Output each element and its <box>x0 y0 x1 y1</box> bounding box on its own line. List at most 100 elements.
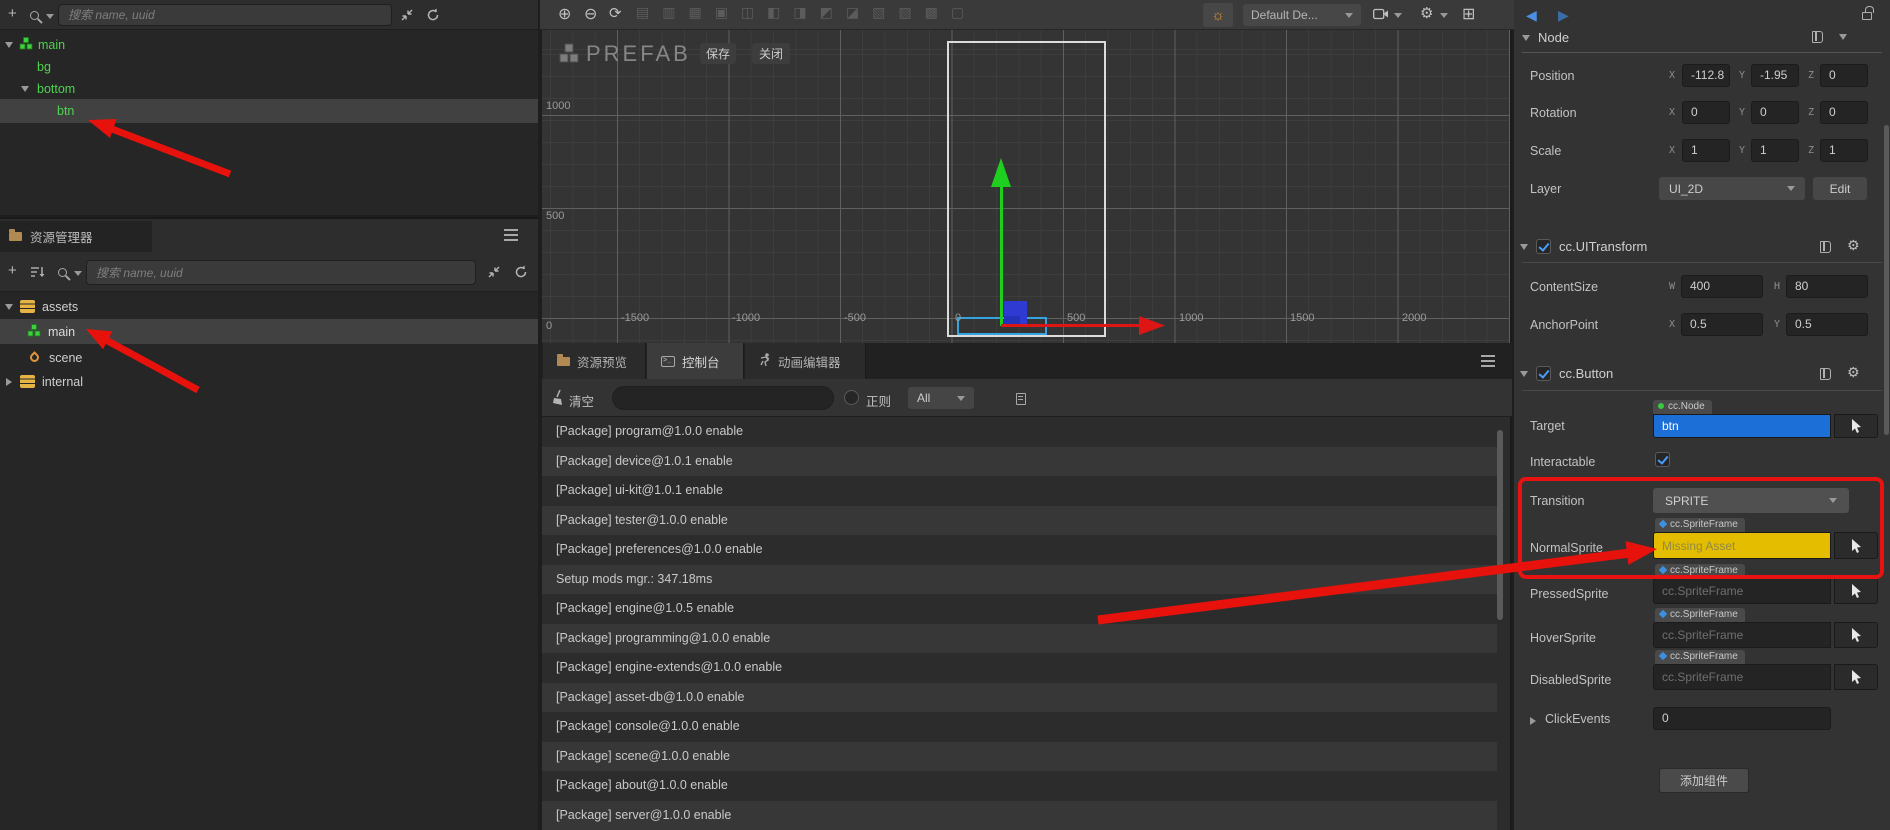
tab-console[interactable]: >_ 控制台 <box>647 343 744 379</box>
search-icon[interactable] <box>58 266 67 280</box>
align-tool-icon[interactable]: ▩ <box>925 4 938 21</box>
anchorpoint-x-field[interactable]: 0.5 <box>1681 313 1763 336</box>
search-icon[interactable] <box>30 9 39 23</box>
align-tool-icon[interactable]: ▤ <box>636 4 649 21</box>
inspector-scrollbar[interactable] <box>1884 125 1889 435</box>
console-log-row[interactable]: [Package] engine-extends@1.0.0 enable <box>542 653 1497 683</box>
nav-forward-icon[interactable]: ▶ <box>1558 7 1569 24</box>
disabledsprite-picker-button[interactable] <box>1834 664 1878 690</box>
tab-asset-preview[interactable]: 资源预览 <box>543 343 646 379</box>
collapse-all-icon[interactable] <box>487 265 501 282</box>
add-component-button[interactable]: 添加组件 <box>1659 768 1749 793</box>
console-log-row[interactable]: [Package] server@1.0.0 enable <box>542 800 1497 830</box>
rotation-x-field[interactable]: 0 <box>1682 101 1730 124</box>
disabledsprite-value-box[interactable]: cc.SpriteFrame <box>1653 664 1831 690</box>
align-tool-icon[interactable]: ▦ <box>688 4 701 21</box>
hierarchy-search-input[interactable] <box>58 4 392 26</box>
contentsize-w-field[interactable]: 400 <box>1681 275 1763 298</box>
collapse-arrow-icon[interactable] <box>1520 370 1528 377</box>
scale-x-field[interactable]: 1 <box>1682 139 1730 162</box>
rotation-z-field[interactable]: 0 <box>1820 101 1868 124</box>
expand-arrow-icon[interactable] <box>21 85 29 92</box>
node-section-header[interactable]: Node <box>1522 30 1569 45</box>
uitransform-header[interactable]: cc.UITransform <box>1520 239 1647 254</box>
align-tool-icon[interactable]: ◫ <box>741 4 754 21</box>
gear-dropdown-caret-icon[interactable] <box>1440 13 1448 18</box>
target-value-box[interactable]: btn <box>1653 414 1831 438</box>
align-tool-icon[interactable]: ▧ <box>872 4 885 21</box>
light-toggle-button[interactable]: ☼ <box>1203 3 1233 27</box>
assets-panel-tab[interactable]: 资源管理器 <box>0 221 152 252</box>
tree-node-main[interactable]: main <box>0 33 538 56</box>
console-log-row[interactable]: [Package] console@1.0.0 enable <box>542 712 1497 742</box>
collapse-arrow-icon[interactable] <box>1522 34 1530 41</box>
align-tool-icon[interactable]: ◨ <box>793 4 806 21</box>
regex-checkbox[interactable] <box>844 390 859 405</box>
layer-edit-button[interactable]: Edit <box>1813 177 1867 200</box>
console-log-row[interactable]: [Package] scene@1.0.0 enable <box>542 741 1497 771</box>
clickevents-expand-icon[interactable] <box>1530 717 1536 725</box>
export-log-icon[interactable] <box>1016 393 1027 405</box>
layer-dropdown[interactable]: UI_2D <box>1659 177 1805 200</box>
gear-icon[interactable]: ⚙ <box>1847 237 1860 254</box>
tree-node-bg[interactable]: bg <box>0 55 538 78</box>
panel-menu-icon[interactable] <box>1481 355 1495 357</box>
help-book-icon[interactable] <box>1820 368 1831 380</box>
add-asset-button[interactable]: + <box>8 262 17 279</box>
gizmo-x-axis[interactable] <box>1001 324 1141 327</box>
align-tool-icon[interactable]: ◪ <box>846 4 859 21</box>
scene-profile-dropdown[interactable]: Default De... <box>1243 4 1361 26</box>
anchorpoint-y-field[interactable]: 0.5 <box>1786 313 1868 336</box>
pressedsprite-value-box[interactable]: cc.SpriteFrame <box>1653 578 1831 604</box>
reset-view-icon[interactable]: ⟳ <box>609 4 622 22</box>
sort-icon[interactable] <box>30 265 46 282</box>
align-tool-icon[interactable]: ◩ <box>820 4 833 21</box>
console-log-row[interactable]: [Package] program@1.0.0 enable <box>542 417 1497 447</box>
scene-view[interactable]: PREFAB 保存 关闭 -1500 -1000 -500 0 500 1000 1500 2… <box>542 30 1512 343</box>
button-enabled-checkbox[interactable] <box>1536 366 1551 381</box>
position-z-field[interactable]: 0 <box>1820 64 1868 87</box>
normalsprite-picker-button[interactable] <box>1834 532 1878 559</box>
clickevents-count-field[interactable]: 0 <box>1653 707 1831 730</box>
zoom-in-icon[interactable]: ⊕ <box>558 4 571 24</box>
expand-arrow-icon[interactable] <box>5 303 13 310</box>
prefab-save-button[interactable]: 保存 <box>700 43 736 64</box>
console-log-row[interactable]: [Package] ui-kit@1.0.1 enable <box>542 476 1497 506</box>
position-y-field[interactable]: -1.95 <box>1751 64 1799 87</box>
gear-icon[interactable]: ⚙ <box>1420 4 1433 22</box>
help-book-icon[interactable] <box>1820 241 1831 253</box>
console-log-row[interactable]: [Package] preferences@1.0.0 enable <box>542 535 1497 565</box>
console-clear-button[interactable]: 清空 <box>569 391 594 410</box>
asset-item-main-selected[interactable]: main <box>0 319 538 344</box>
console-log-row[interactable]: [Package] engine@1.0.5 enable <box>542 594 1497 624</box>
console-log-row[interactable]: [Package] device@1.0.1 enable <box>542 446 1497 476</box>
collapse-arrow-icon[interactable] <box>1520 243 1528 250</box>
uitransform-enabled-checkbox[interactable] <box>1536 239 1551 254</box>
console-log-row[interactable]: [Package] about@1.0.0 enable <box>542 771 1497 801</box>
asset-item-assets[interactable]: assets <box>0 295 538 318</box>
camera-icon[interactable] <box>1373 8 1389 23</box>
console-log-row[interactable]: [Package] tester@1.0.0 enable <box>542 505 1497 535</box>
collapse-all-icon[interactable] <box>400 8 414 25</box>
assets-search-input[interactable] <box>86 260 476 285</box>
add-node-button[interactable]: + <box>8 5 17 22</box>
console-scrollbar[interactable] <box>1497 430 1503 620</box>
pressedsprite-picker-button[interactable] <box>1834 578 1878 604</box>
align-tool-icon[interactable]: ▣ <box>715 4 728 21</box>
refresh-icon[interactable] <box>514 265 528 282</box>
hoversprite-picker-button[interactable] <box>1834 622 1878 648</box>
expand-arrow-icon[interactable] <box>5 41 13 48</box>
nav-back-icon[interactable]: ◀ <box>1526 7 1537 24</box>
console-log-row[interactable]: [Package] asset-db@1.0.0 enable <box>542 682 1497 712</box>
log-level-dropdown[interactable]: All <box>908 387 974 409</box>
asset-item-scene[interactable]: scene <box>0 346 538 369</box>
align-tool-icon[interactable]: ▢ <box>951 4 964 21</box>
zoom-out-icon[interactable]: ⊖ <box>584 4 597 24</box>
target-picker-button[interactable] <box>1834 414 1878 438</box>
asset-item-internal[interactable]: internal <box>0 370 538 393</box>
interactable-checkbox[interactable] <box>1655 452 1670 467</box>
panel-menu-icon[interactable] <box>504 229 518 231</box>
console-log-list[interactable]: [Package] program@1.0.0 enable [Package] … <box>542 417 1497 830</box>
gear-icon[interactable]: ⚙ <box>1847 364 1860 381</box>
refresh-icon[interactable] <box>426 8 440 25</box>
